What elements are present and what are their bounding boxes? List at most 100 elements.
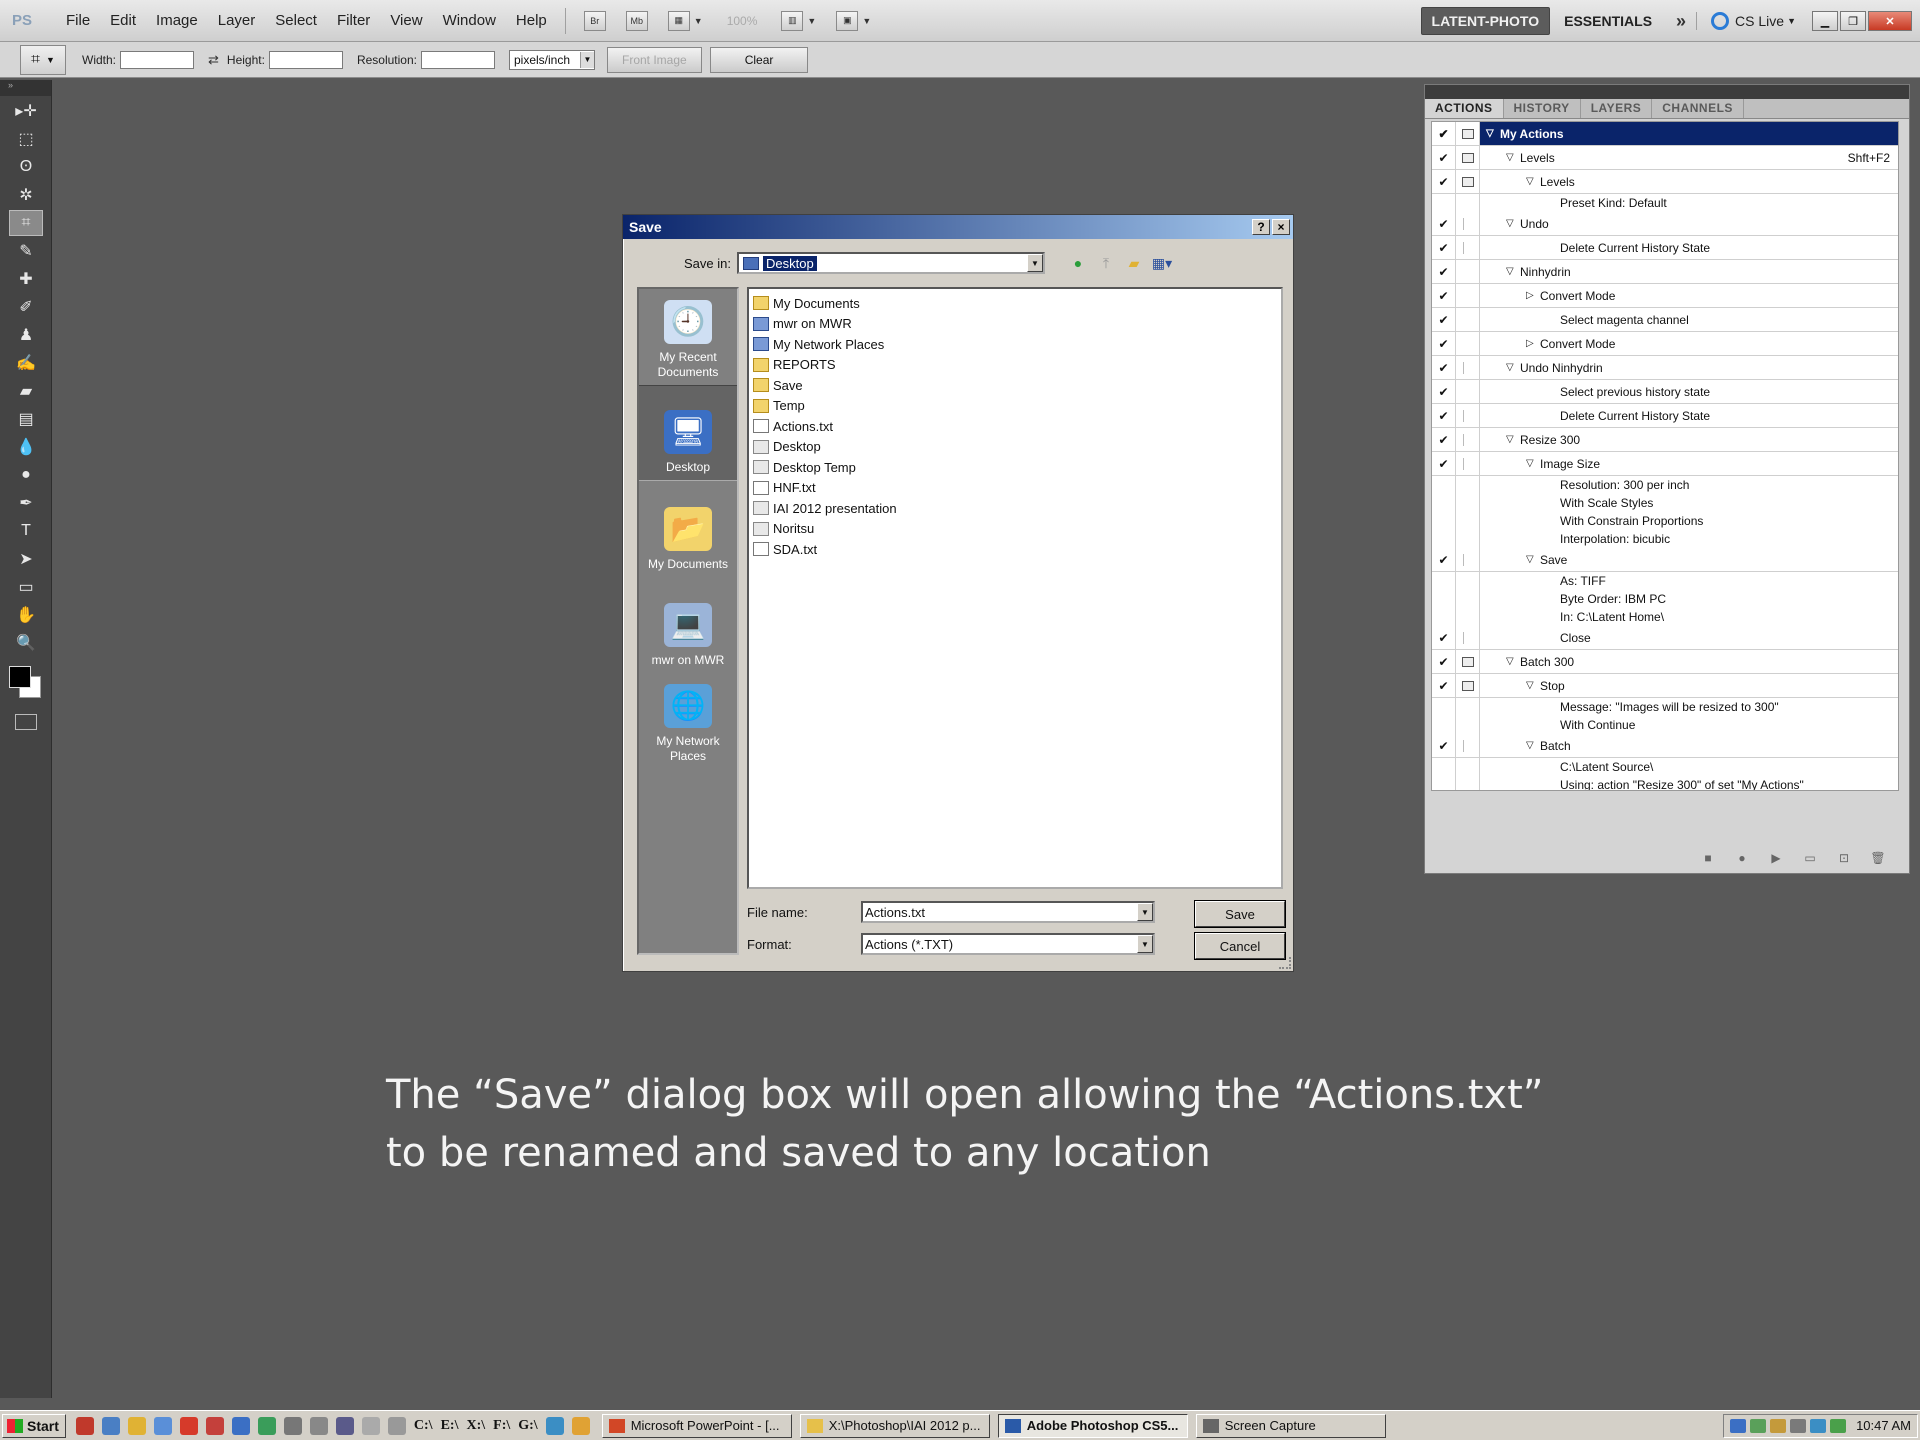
toggle-dialog[interactable]: [1456, 356, 1480, 379]
clock[interactable]: 10:47 AM: [1856, 1418, 1911, 1433]
move-tool-icon[interactable]: ▸✛: [9, 98, 43, 124]
screen-mode-button[interactable]: ▣: [836, 10, 859, 31]
chevron-down-icon[interactable]: ▼: [694, 16, 703, 26]
type-tool-icon[interactable]: T: [9, 518, 43, 544]
action-row[interactable]: Resolution: 300 per inch: [1432, 476, 1898, 494]
tab-history[interactable]: HISTORY: [1504, 99, 1581, 118]
action-row[interactable]: ✔ ▽ Batch 300: [1432, 650, 1898, 674]
quick-launch-icon[interactable]: [179, 1416, 198, 1435]
toggle-item-checkbox[interactable]: [1432, 776, 1456, 790]
action-row[interactable]: ✔ ▽ Save: [1432, 548, 1898, 572]
menu-window[interactable]: Window: [433, 12, 506, 29]
help-button[interactable]: ?: [1252, 219, 1270, 235]
toggle-dialog[interactable]: [1456, 284, 1480, 307]
action-row[interactable]: ✔ ▽ Levels Shft+F2: [1432, 146, 1898, 170]
panel-collapse-bar[interactable]: [1425, 85, 1909, 99]
pen-tool-icon[interactable]: ✒: [9, 490, 43, 516]
toggle-item-checkbox[interactable]: ✔: [1432, 284, 1456, 307]
file-item[interactable]: Temp: [753, 396, 1277, 417]
new-action-icon[interactable]: ⊡: [1833, 851, 1855, 867]
eyedropper-tool-icon[interactable]: ✎: [9, 238, 43, 264]
action-row[interactable]: ✔ Close: [1432, 626, 1898, 650]
quick-launch-icon[interactable]: [571, 1416, 590, 1435]
more-workspaces-icon[interactable]: »: [1666, 11, 1696, 32]
toggle-dialog[interactable]: [1456, 212, 1480, 235]
action-row[interactable]: With Constrain Proportions: [1432, 512, 1898, 530]
toggle-dialog[interactable]: [1456, 476, 1480, 494]
drive-shortcut[interactable]: G:\: [518, 1418, 537, 1434]
action-row[interactable]: With Scale Styles: [1432, 494, 1898, 512]
file-item[interactable]: Actions.txt: [753, 416, 1277, 437]
place-my-documents[interactable]: 📂 My Documents: [639, 481, 737, 577]
place-recent-documents[interactable]: 🕘 My Recent Documents: [639, 289, 737, 385]
crop-tool-preset-picker[interactable]: ⌗ ▼: [20, 44, 66, 75]
crop-tool-icon[interactable]: ⌗: [9, 210, 43, 236]
toggle-item-checkbox[interactable]: ✔: [1432, 452, 1456, 475]
play-icon[interactable]: ▶: [1765, 851, 1787, 867]
toggle-item-checkbox[interactable]: [1432, 698, 1456, 716]
action-row[interactable]: ✔ Select magenta channel: [1432, 308, 1898, 332]
action-row[interactable]: ✔ Delete Current History State: [1432, 236, 1898, 260]
tray-icon[interactable]: [1790, 1418, 1807, 1433]
toggle-dialog[interactable]: [1456, 494, 1480, 512]
toggle-dialog[interactable]: [1456, 776, 1480, 790]
tools-panel-header[interactable]: »: [0, 80, 51, 96]
action-row[interactable]: ✔ ▽ Levels: [1432, 170, 1898, 194]
clear-button[interactable]: Clear: [709, 46, 809, 73]
up-folder-icon[interactable]: ⤒: [1095, 253, 1117, 273]
toggle-item-checkbox[interactable]: [1432, 608, 1456, 626]
resize-grip[interactable]: [1279, 957, 1291, 969]
tray-icon[interactable]: [1830, 1418, 1847, 1433]
action-row[interactable]: C:\Latent Source\: [1432, 758, 1898, 776]
tray-icon[interactable]: [1750, 1418, 1767, 1433]
toggle-dialog[interactable]: [1456, 590, 1480, 608]
file-item[interactable]: Desktop: [753, 437, 1277, 458]
dialog-close-button[interactable]: ×: [1272, 219, 1290, 235]
quick-launch-icon[interactable]: [205, 1416, 224, 1435]
quick-launch-icon[interactable]: [231, 1416, 250, 1435]
tray-icon[interactable]: [1770, 1418, 1787, 1433]
quick-launch-icon[interactable]: [335, 1416, 354, 1435]
quick-launch-icon[interactable]: [75, 1416, 94, 1435]
task-button[interactable]: Adobe Photoshop CS5...: [997, 1413, 1188, 1438]
quick-launch-icon[interactable]: [101, 1416, 120, 1435]
quick-launch-icon[interactable]: [153, 1416, 172, 1435]
file-item[interactable]: Save: [753, 375, 1277, 396]
drive-shortcut[interactable]: F:\: [493, 1418, 510, 1434]
disclosure-triangle-icon[interactable]: ▷: [1526, 338, 1540, 349]
drive-shortcut[interactable]: E:\: [441, 1418, 459, 1434]
action-row[interactable]: Preset Kind: Default: [1432, 194, 1898, 212]
toggle-dialog[interactable]: [1456, 380, 1480, 403]
disclosure-triangle-icon[interactable]: ▽: [1506, 362, 1520, 373]
action-row[interactable]: ✔ ▽ My Actions: [1432, 122, 1898, 146]
disclosure-triangle-icon[interactable]: ▽: [1526, 458, 1540, 469]
tab-actions[interactable]: ACTIONS: [1425, 99, 1504, 118]
marquee-tool-icon[interactable]: ⬚: [9, 126, 43, 152]
menu-file[interactable]: File: [56, 12, 100, 29]
disclosure-triangle-icon[interactable]: ▽: [1506, 434, 1520, 445]
workspace-latent-photo[interactable]: LATENT-PHOTO: [1420, 7, 1551, 35]
menu-filter[interactable]: Filter: [327, 12, 380, 29]
blur-tool-icon[interactable]: 💧: [9, 434, 43, 460]
action-row[interactable]: Using: action "Resize 300" of set "My Ac…: [1432, 776, 1898, 790]
action-row[interactable]: ✔ ▽ Stop: [1432, 674, 1898, 698]
file-item[interactable]: IAI 2012 presentation: [753, 498, 1277, 519]
shape-tool-icon[interactable]: ▭: [9, 574, 43, 600]
action-row[interactable]: ✔ ▽ Undo Ninhydrin: [1432, 356, 1898, 380]
restore-button[interactable]: ❐: [1840, 11, 1866, 31]
stop-recording-icon[interactable]: ■: [1697, 851, 1719, 867]
toggle-dialog[interactable]: [1456, 332, 1480, 355]
menu-image[interactable]: Image: [146, 12, 208, 29]
minimize-button[interactable]: ▁: [1812, 11, 1838, 31]
healing-tool-icon[interactable]: ✚: [9, 266, 43, 292]
save-button[interactable]: Save: [1194, 900, 1286, 928]
menu-help[interactable]: Help: [506, 12, 557, 29]
toggle-item-checkbox[interactable]: ✔: [1432, 332, 1456, 355]
disclosure-triangle-icon[interactable]: ▽: [1526, 554, 1540, 565]
action-row[interactable]: ✔ ▽ Resize 300: [1432, 428, 1898, 452]
front-image-button[interactable]: Front Image: [607, 46, 702, 73]
tray-icon[interactable]: [1810, 1418, 1827, 1433]
toggle-item-checkbox[interactable]: ✔: [1432, 212, 1456, 235]
action-row[interactable]: ✔ Delete Current History State: [1432, 404, 1898, 428]
start-button[interactable]: Start: [2, 1413, 66, 1438]
